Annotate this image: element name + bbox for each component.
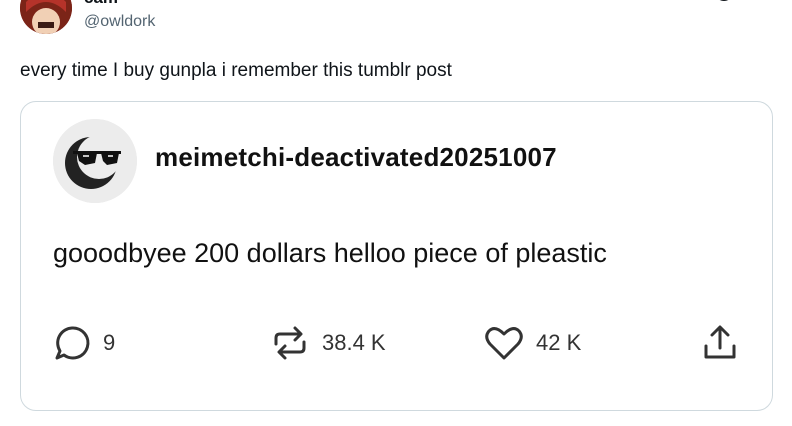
heart-icon — [484, 324, 524, 362]
reblogs-count: 38.4 K — [322, 330, 386, 355]
post-text: gooodbyee 200 dollars helloo piece of pl… — [53, 238, 607, 268]
likes-count: 42 K — [536, 330, 582, 355]
tweet-text: every time I buy gunpla i remember this … — [20, 60, 452, 81]
share-icon — [701, 324, 739, 362]
user-avatar[interactable] — [20, 0, 72, 34]
reblog-icon — [270, 324, 310, 362]
quoted-tumblr-post[interactable]: meimetchi-deactivated20251007 gooodbyee … — [20, 101, 773, 411]
share-button[interactable] — [701, 324, 739, 362]
comments-count: 9 — [103, 330, 116, 355]
comment-icon — [53, 324, 91, 362]
blog-avatar[interactable] — [53, 119, 137, 203]
like-button[interactable]: 42 K — [484, 324, 581, 362]
blog-name[interactable]: meimetchi-deactivated20251007 — [155, 142, 557, 173]
grok-icon[interactable] — [712, 0, 736, 11]
user-handle[interactable]: @owldork — [84, 13, 155, 31]
reblog-button[interactable]: 38.4 K — [270, 324, 386, 362]
display-name[interactable]: cam — [84, 0, 118, 4]
comments-button[interactable]: 9 — [53, 324, 115, 362]
